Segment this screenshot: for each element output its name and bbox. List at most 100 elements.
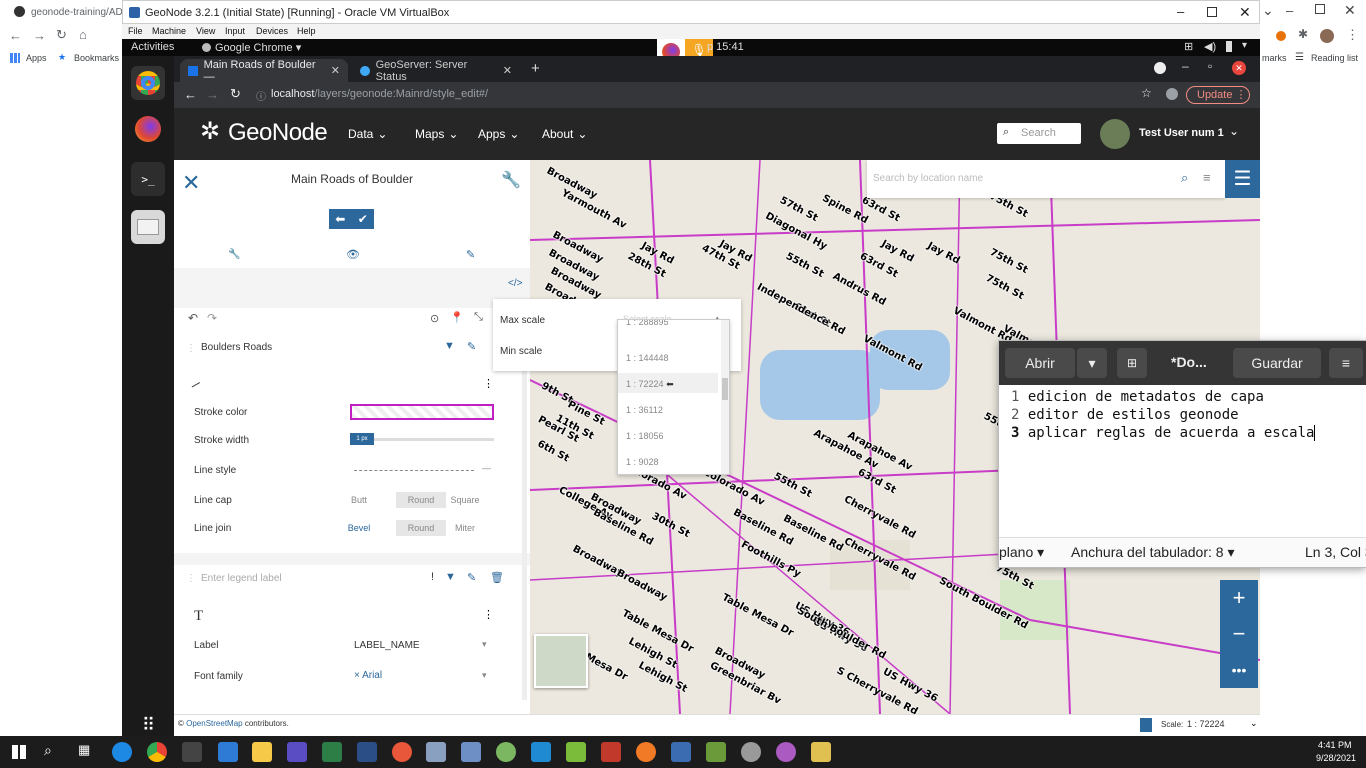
chevron-down-icon[interactable]: — <box>482 463 491 473</box>
close-icon[interactable]: ✕ <box>1344 2 1356 19</box>
osm-link[interactable]: OpenStreetMap <box>186 719 242 728</box>
tab-geoserver[interactable]: GeoServer: Server Status ✕ <box>352 59 520 83</box>
back-arrow-icon[interactable]: ⬅ <box>335 212 345 226</box>
nav-apps[interactable]: Apps ⌄ <box>478 127 519 141</box>
stroke-width-slider[interactable]: 1 px <box>350 433 494 445</box>
filter-icon[interactable]: ▼ <box>445 571 456 583</box>
tab-main-roads[interactable]: Main Roads of Boulder — ✕ <box>180 59 348 83</box>
join-bevel[interactable]: Bevel <box>344 520 374 536</box>
teams-icon[interactable] <box>287 742 307 762</box>
line-style-select[interactable] <box>354 470 474 471</box>
font-tag[interactable]: × Arial <box>354 670 382 681</box>
qgis-icon[interactable] <box>496 742 516 762</box>
check-icon[interactable]: ✔ <box>358 212 368 226</box>
task-view-icon[interactable]: ▦ <box>78 742 90 758</box>
chevron-down-icon[interactable]: ⌄ <box>1262 2 1274 19</box>
folder-icon[interactable] <box>252 742 272 762</box>
open-button[interactable]: Abrir <box>1005 348 1075 378</box>
scale-option[interactable]: 1 : 18056 <box>618 425 718 445</box>
search-input[interactable]: Search <box>1021 127 1056 139</box>
editor-text-area[interactable]: 1 edicion de metadatos de capa 2 editor … <box>999 385 1366 537</box>
zoom-in-button[interactable]: + <box>1220 580 1258 616</box>
network-tool-icon[interactable] <box>671 742 691 762</box>
virtualbox-icon[interactable] <box>811 742 831 762</box>
undo-icon[interactable]: ↶ <box>188 311 198 325</box>
menu-machine[interactable]: Machine <box>152 26 186 36</box>
dropdown-scrollbar[interactable] <box>721 320 729 474</box>
panel-scrollbar[interactable] <box>522 320 527 700</box>
notepad-icon[interactable] <box>566 742 586 762</box>
nav-data[interactable]: Data ⌄ <box>348 127 387 141</box>
warning-icon[interactable]: ! <box>431 571 434 583</box>
scale-option-highlighted[interactable]: 1 : 72224 ⬅ <box>618 373 718 393</box>
chevron-down-icon[interactable]: ▾ <box>482 670 487 681</box>
hamburger-menu-button[interactable]: ≡ <box>1329 348 1363 378</box>
drag-handle-icon[interactable]: ⋮ <box>186 343 196 354</box>
browser-icon[interactable] <box>776 742 796 762</box>
activities-button[interactable]: Activities <box>131 41 174 53</box>
save-button[interactable]: Guardar <box>1233 348 1321 378</box>
puzzle-icon[interactable]: ✱ <box>1298 27 1308 41</box>
back-icon[interactable]: ← <box>9 28 22 43</box>
edit-icon[interactable]: ✎ <box>467 571 476 584</box>
user-avatar[interactable] <box>1100 119 1130 149</box>
close-tab-icon[interactable]: ✕ <box>331 64 340 77</box>
monitor-icon[interactable] <box>322 742 342 762</box>
filezilla-icon[interactable] <box>601 742 621 762</box>
host-tab-title[interactable]: geonode-training/ADD <box>31 7 130 18</box>
more-icon[interactable]: ⋮ <box>483 608 494 621</box>
background-selector[interactable] <box>534 634 588 688</box>
tool-icon[interactable] <box>706 742 726 762</box>
new-document-button[interactable]: ⊞ <box>1117 348 1147 378</box>
edge-icon[interactable] <box>112 742 132 762</box>
scale-option[interactable]: 1 : 36112 <box>618 399 718 419</box>
firefox-icon[interactable] <box>131 112 165 146</box>
geonode-logo[interactable]: GeoNode <box>228 119 328 147</box>
zoom-out-button[interactable]: − <box>1220 616 1258 652</box>
taskbar-date[interactable]: 9/28/2021 <box>1316 753 1356 763</box>
stroke-color-picker[interactable] <box>350 404 494 420</box>
store-icon[interactable] <box>182 742 202 762</box>
app-menu[interactable]: Google Chrome ▾ <box>215 41 301 54</box>
skype-icon[interactable] <box>218 742 238 762</box>
cap-butt[interactable]: Butt <box>344 492 374 508</box>
join-round[interactable]: Round <box>396 520 446 536</box>
new-tab-icon[interactable]: + <box>531 60 540 77</box>
profile-icon[interactable] <box>1166 88 1178 100</box>
open-menu-button[interactable]: ▾ <box>1077 348 1107 378</box>
trash-icon[interactable]: 🗑 <box>490 571 504 584</box>
media-icon[interactable] <box>1154 62 1166 74</box>
scale-option[interactable]: 1 : 144448 <box>618 347 718 367</box>
wrench-icon[interactable]: 🔧 <box>501 170 521 190</box>
menu-icon[interactable]: ≡ <box>1203 170 1211 185</box>
menu-view[interactable]: View <box>196 26 215 36</box>
bookmark-marks[interactable]: marks <box>1262 53 1287 63</box>
forward-icon[interactable]: → <box>33 28 46 43</box>
maximize-icon[interactable] <box>1315 4 1325 14</box>
search-icon[interactable]: ⌕ <box>44 742 52 759</box>
more-icon[interactable]: ⋮ <box>483 377 494 390</box>
menu-file[interactable]: File <box>128 26 143 36</box>
eye-icon[interactable]: 👁 <box>346 248 360 261</box>
search-box[interactable]: ⌕ Search <box>997 123 1081 144</box>
join-miter[interactable]: Miter <box>448 520 482 536</box>
bookmark-apps[interactable]: Apps <box>26 53 47 63</box>
back-icon[interactable]: ← <box>184 87 197 102</box>
menu-devices[interactable]: Devices <box>256 26 288 36</box>
add-mark-icon[interactable]: 📍 <box>450 311 464 324</box>
extension-icon[interactable] <box>1276 31 1286 41</box>
chevron-down-icon[interactable]: ⌄ <box>1229 124 1239 138</box>
powershell-icon[interactable] <box>357 742 377 762</box>
show-apps-icon[interactable]: ⠿ <box>131 708 165 736</box>
github-desktop-icon[interactable] <box>741 742 761 762</box>
git-icon[interactable] <box>392 742 412 762</box>
brush-icon[interactable]: ✎ <box>466 248 475 261</box>
close-icon[interactable]: ✕ <box>1239 4 1251 21</box>
add-symbolizer-icon[interactable]: ⊙ <box>430 312 439 325</box>
nav-about[interactable]: About ⌄ <box>542 127 587 141</box>
scale-option[interactable]: 1 : 288895 <box>618 320 718 331</box>
minimize-icon[interactable]: – <box>1182 59 1189 73</box>
minimize-icon[interactable]: – <box>1286 3 1293 18</box>
dbeaver-icon[interactable] <box>461 742 481 762</box>
vscode-icon[interactable] <box>531 742 551 762</box>
